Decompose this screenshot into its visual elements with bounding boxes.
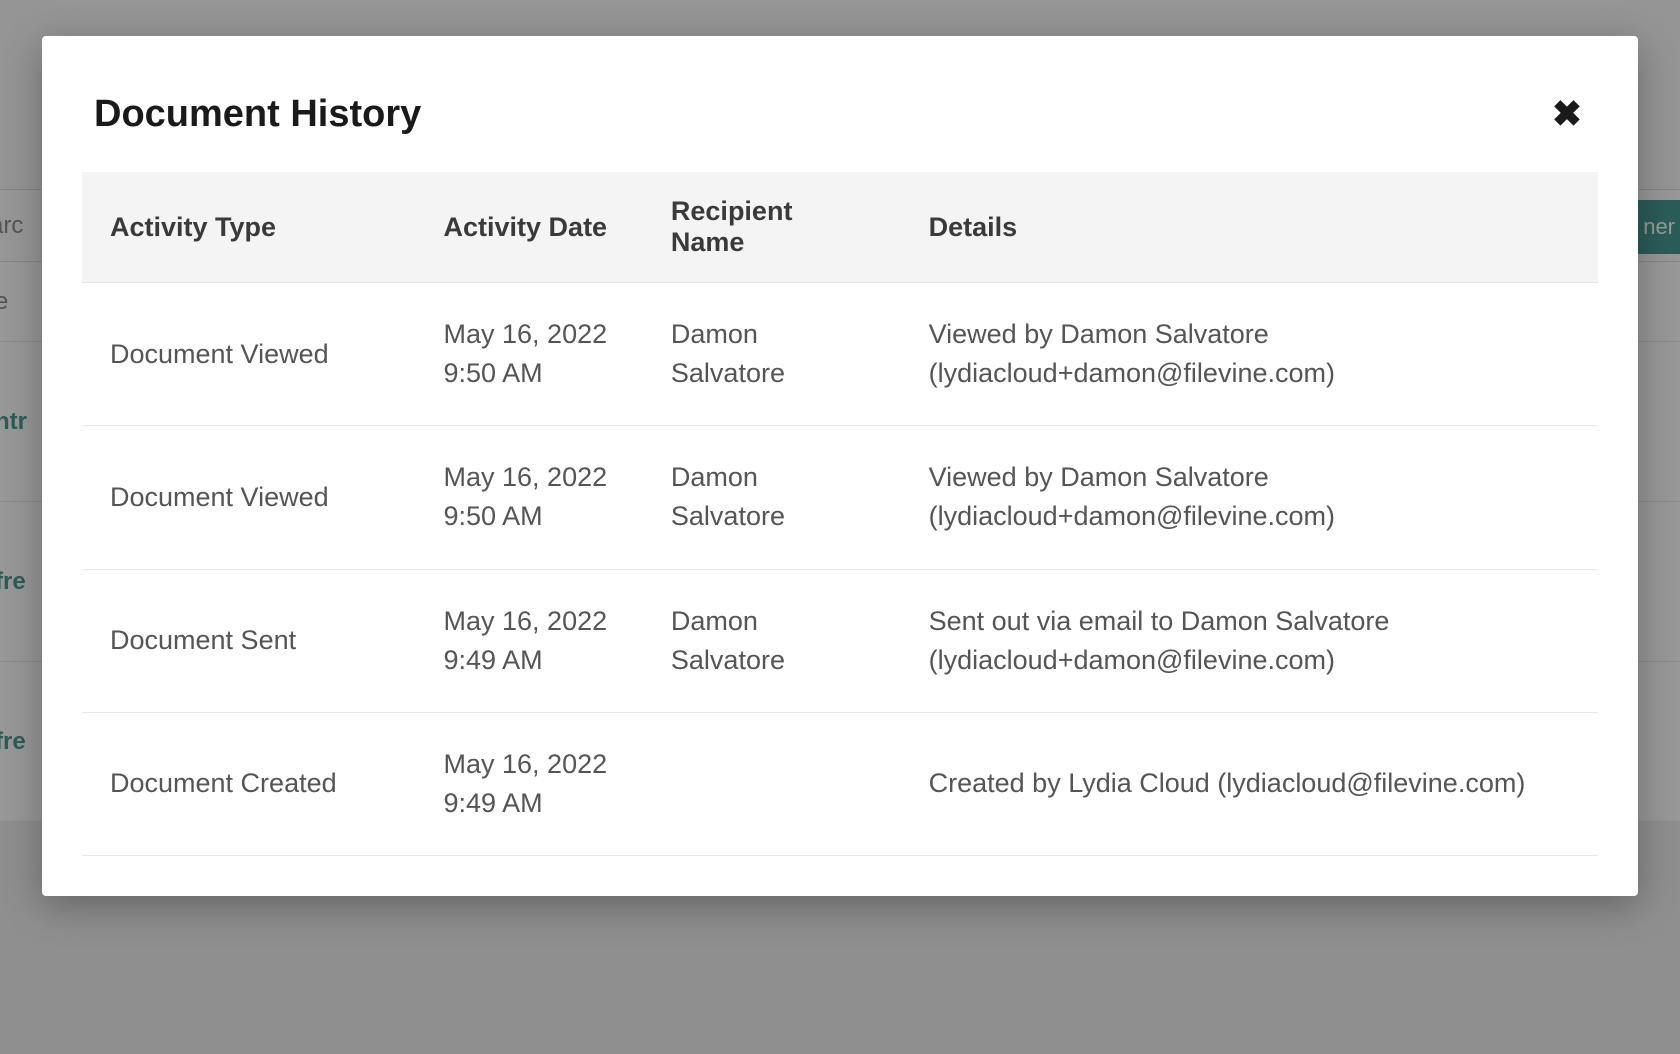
cell-activity-date: May 16, 2022 9:50 AM <box>416 283 643 426</box>
cell-activity-type: Document Viewed <box>82 426 416 569</box>
document-history-table: Activity Type Activity Date Recipient Na… <box>82 172 1598 856</box>
document-history-modal: Document History ✖ Activity Type Activit… <box>42 36 1638 896</box>
cell-activity-type: Document Viewed <box>82 283 416 426</box>
table-header-row: Activity Type Activity Date Recipient Na… <box>82 172 1598 283</box>
column-header-details: Details <box>901 172 1598 283</box>
cell-details: Viewed by Damon Salvatore (lydiacloud+da… <box>901 283 1598 426</box>
table-row: Document Sent May 16, 2022 9:49 AM Damon… <box>82 569 1598 712</box>
table-row: Document Viewed May 16, 2022 9:50 AM Dam… <box>82 283 1598 426</box>
cell-details: Viewed by Damon Salvatore (lydiacloud+da… <box>901 426 1598 569</box>
cell-details: Sent out via email to Damon Salvatore (l… <box>901 569 1598 712</box>
cell-recipient-name <box>643 712 901 855</box>
cell-details: Created by Lydia Cloud (lydiacloud@filev… <box>901 712 1598 855</box>
modal-title: Document History <box>94 93 421 136</box>
cell-recipient-name: Damon Salvatore <box>643 569 901 712</box>
cell-activity-type: Document Sent <box>82 569 416 712</box>
cell-recipient-name: Damon Salvatore <box>643 283 901 426</box>
cell-activity-date: May 16, 2022 9:49 AM <box>416 569 643 712</box>
cell-activity-type: Document Created <box>82 712 416 855</box>
table-row: Document Viewed May 16, 2022 9:50 AM Dam… <box>82 426 1598 569</box>
modal-header: Document History ✖ <box>42 36 1638 172</box>
cell-activity-date: May 16, 2022 9:50 AM <box>416 426 643 569</box>
cell-recipient-name: Damon Salvatore <box>643 426 901 569</box>
close-icon: ✖ <box>1552 93 1582 134</box>
close-button[interactable]: ✖ <box>1548 92 1586 136</box>
cell-activity-date: May 16, 2022 9:49 AM <box>416 712 643 855</box>
column-header-activity-type: Activity Type <box>82 172 416 283</box>
column-header-activity-date: Activity Date <box>416 172 643 283</box>
table-row: Document Created May 16, 2022 9:49 AM Cr… <box>82 712 1598 855</box>
column-header-recipient-name: Recipient Name <box>643 172 901 283</box>
